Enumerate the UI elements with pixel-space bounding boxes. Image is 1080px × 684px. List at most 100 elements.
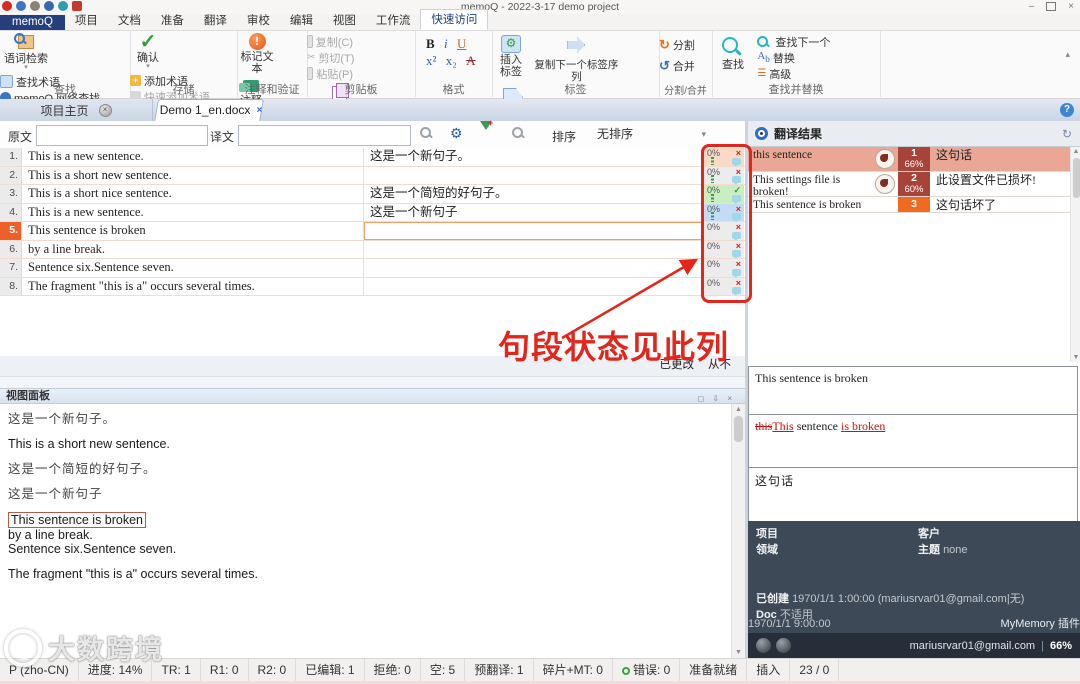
split-button[interactable]: ↻ 分割 <box>659 37 695 52</box>
compare-diff-box: thisThis sentence is broken <box>748 414 1078 468</box>
find-button[interactable]: 查找 <box>712 31 754 71</box>
subscript-button[interactable]: x₂ <box>443 53 460 68</box>
replace-button[interactable]: Ab 替换 <box>757 50 830 65</box>
tab-quick-access[interactable]: 快速访问 <box>420 9 489 30</box>
restore-button[interactable] <box>1046 2 1057 11</box>
grid-row-4: 4. This is a new sentence. 这是一个新句子 0% × <box>0 203 745 222</box>
scroll-thumb[interactable] <box>734 416 743 442</box>
translation-results-header: 翻译结果 ↻ <box>748 121 1080 147</box>
account-strip: mariusrvar01@gmail.com | 66% <box>748 633 1080 658</box>
result-row-2[interactable]: This settings file is broken! 2 60% 此设置文件… <box>748 172 1070 198</box>
status-cell[interactable]: 0% × <box>704 166 744 185</box>
target-cell[interactable]: 这是一个新句子。 <box>364 148 704 166</box>
find-next-button[interactable]: 查找下一个 <box>757 34 830 49</box>
horizontal-splitter[interactable] <box>0 377 745 388</box>
mark-text-button[interactable]: ! 标记文本 <box>237 31 277 75</box>
results-scrollbar[interactable]: ▲ ▼ <box>1070 147 1080 362</box>
concordance-button[interactable]: 语词检索 ▾ <box>0 31 52 71</box>
source-filter-input[interactable] <box>36 125 208 146</box>
target-cell-active[interactable] <box>364 222 704 240</box>
tab-document[interactable]: 文档 <box>108 11 151 30</box>
grid-row-5-active: 5. This sentence is broken 0% × <box>0 222 745 241</box>
collapse-ribbon-chevron[interactable]: ▴ <box>1065 49 1070 60</box>
superscript-button[interactable]: x² <box>423 53 439 68</box>
sort-dropdown[interactable]: 无排序 ▾ <box>592 125 709 143</box>
tab-document-demo[interactable]: Demo 1_en.docx × <box>156 99 266 121</box>
status-cell[interactable]: 0% × <box>704 148 744 167</box>
status-cell[interactable]: 0% × <box>704 222 744 241</box>
filter-funnel-icon[interactable] <box>480 121 492 144</box>
filter-search-icon[interactable] <box>420 127 431 138</box>
cut-button[interactable]: ✂ 剪切(T) <box>307 50 354 65</box>
source-cell: This is a new sentence. <box>22 148 364 166</box>
preview-line-highlighted: This sentence is broken <box>8 512 731 528</box>
refresh-icon[interactable]: ↻ <box>1062 127 1072 141</box>
mark-text-icon: ! <box>248 33 266 50</box>
tab-review[interactable]: 审校 <box>237 11 280 30</box>
close-button[interactable]: × <box>1068 1 1074 12</box>
tab-project[interactable]: 项目 <box>65 11 108 30</box>
status-bar: P (zho-CN) 进度: 14% TR: 1 R1: 0 R2: 0 已编辑… <box>0 658 1080 682</box>
diff-inserted-text: is broken <box>841 419 886 433</box>
copy-button[interactable]: 复制(C) <box>307 34 353 49</box>
scroll-up-icon[interactable]: ▲ <box>1071 148 1080 155</box>
copy-next-tag-sequence-button[interactable]: 复制下一个标签序列 <box>533 31 619 83</box>
scroll-thumb[interactable] <box>1072 158 1080 198</box>
status-cell[interactable]: 0% ✓ <box>704 185 744 204</box>
minimize-button[interactable]: – <box>1029 1 1035 12</box>
tab-workflow[interactable]: 工作流 <box>366 11 421 30</box>
preview-line: Sentence six.Sentence seven. <box>8 542 177 556</box>
scroll-up-icon[interactable]: ▲ <box>732 406 745 413</box>
target-cell[interactable]: 这是一个新句子 <box>364 203 704 221</box>
tm-insert-bar-icon <box>711 193 714 202</box>
tab-view[interactable]: 视图 <box>323 11 366 30</box>
comment-bubble-icon <box>732 268 741 278</box>
result-target: 这句话坏了 <box>936 198 997 212</box>
not-confirmed-icon: × <box>735 277 741 288</box>
tab-project-home[interactable]: 项目主页 × <box>0 99 153 121</box>
result-row-1[interactable]: this sentence 1 66% 这句话 <box>748 147 1070 172</box>
paste-button[interactable]: 粘贴(P) <box>307 66 353 81</box>
view-pane-scrollbar[interactable]: ▲ ▼ <box>731 404 745 658</box>
source-cell: by a line break. <box>22 240 364 258</box>
tab-translate[interactable]: 翻译 <box>194 11 237 30</box>
filter-clear-icon[interactable] <box>512 127 523 138</box>
status-cell[interactable]: 0% × <box>704 277 744 296</box>
status-cell[interactable]: 0% × <box>704 259 744 278</box>
sort-dropdown-chevron-icon: ▾ <box>701 129 706 139</box>
project-home-close-icon[interactable]: × <box>98 103 112 117</box>
advanced-find-button[interactable]: ☰ 高级 <box>757 66 830 81</box>
bold-button[interactable]: B <box>423 36 438 51</box>
target-cell[interactable] <box>364 166 704 184</box>
italic-button[interactable]: i <box>441 36 451 51</box>
document-tab-close-icon[interactable]: × <box>256 105 262 116</box>
tab-memoq[interactable]: memoQ <box>0 15 65 30</box>
help-badge-icon[interactable]: ? <box>1060 103 1074 117</box>
result-row-3[interactable]: This sentence is broken 3 这句话坏了 <box>748 197 1070 213</box>
source-cell: The fragment "this is a" occurs several … <box>22 277 364 295</box>
avatar-icon[interactable] <box>776 638 791 653</box>
filter-settings-gear-icon[interactable]: ⚙ <box>450 126 463 140</box>
target-cell[interactable] <box>364 240 704 258</box>
underline-button[interactable]: U <box>454 36 469 51</box>
scroll-down-icon[interactable]: ▼ <box>1071 354 1080 361</box>
tab-edit[interactable]: 编辑 <box>280 11 323 30</box>
target-cell[interactable]: 这是一个简短的好句子。 <box>364 185 704 203</box>
replace-icon: Ab <box>757 49 770 65</box>
comment-bubble-icon <box>732 231 741 241</box>
scroll-down-icon[interactable]: ▼ <box>732 649 745 656</box>
avatar-icon[interactable] <box>756 638 771 653</box>
result-source: this sentence <box>753 149 813 161</box>
strikethrough-button[interactable]: A <box>463 53 478 68</box>
status-cell[interactable]: 0% × <box>704 240 744 259</box>
join-button[interactable]: ↺ 合并 <box>659 58 695 73</box>
target-cell[interactable] <box>364 259 704 277</box>
insert-tag-button[interactable]: ⚙ 插入 标签 <box>492 31 530 78</box>
diff-deleted-text: this <box>755 419 773 433</box>
target-cell[interactable] <box>364 277 704 295</box>
status-cell[interactable]: 0% × <box>704 203 744 222</box>
target-filter-input[interactable] <box>238 125 411 146</box>
not-confirmed-icon: × <box>735 259 741 269</box>
confirm-button[interactable]: ✓ 确认 ▾ <box>130 31 166 70</box>
tab-prepare[interactable]: 准备 <box>151 11 194 30</box>
